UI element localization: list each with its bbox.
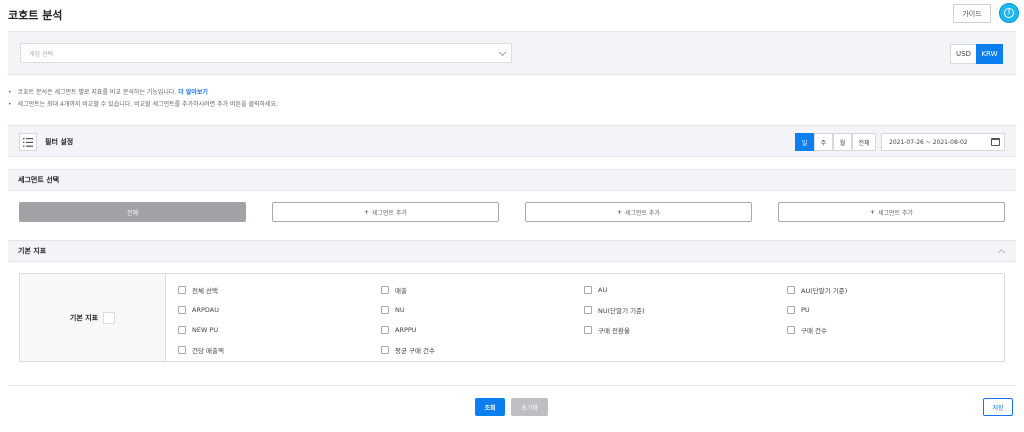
metric-checkbox-item[interactable]: 전체 선택 [178, 284, 381, 295]
checkbox[interactable] [178, 305, 186, 314]
checkbox[interactable] [584, 305, 592, 314]
period-tab-week[interactable]: 주 [814, 133, 833, 151]
metric-checkbox-label: NU(단말기 기준) [598, 306, 645, 315]
segment-all-button[interactable]: 전체 [19, 202, 246, 222]
save-button[interactable]: 저장 [983, 398, 1013, 416]
chevron-up-icon[interactable] [997, 248, 1006, 257]
segment-section-title: 세그먼트 선택 [8, 169, 1016, 191]
metric-checkbox-label: AU [598, 285, 608, 294]
checkbox[interactable] [381, 305, 389, 314]
metric-checkbox-label: ARPDAU [192, 305, 219, 314]
metric-checkbox-label: 구매 전환율 [598, 326, 630, 335]
period-tab-all[interactable]: 전체 [852, 133, 876, 151]
add-segment-button[interactable]: + 세그먼트 추가 [778, 202, 1005, 222]
metric-checkbox-label: 전체 선택 [192, 286, 218, 295]
checkbox[interactable] [584, 285, 592, 294]
metric-row-label: 기본 지표 [20, 274, 166, 361]
metric-checkbox-label: NEW PU [192, 325, 219, 334]
currency-krw-button[interactable]: KRW [976, 44, 1003, 64]
metric-checkbox-label: ARPPU [395, 325, 417, 334]
checkbox[interactable] [787, 285, 795, 294]
metric-checkbox-item[interactable]: NU [381, 304, 584, 315]
checkbox[interactable] [584, 325, 592, 334]
learn-more-link[interactable]: 더 알아보기 [178, 89, 208, 96]
calendar-icon [991, 138, 1000, 146]
period-tab-month[interactable]: 월 [833, 133, 852, 151]
metric-checkbox-item[interactable]: 구매 전환율 [584, 324, 787, 335]
checkbox[interactable] [178, 345, 186, 354]
filter-bar: 필터 설정 일 주 월 전체 2021-07-26 ~ 2021-08-02 [8, 125, 1016, 157]
add-segment-button[interactable]: + 세그먼트 추가 [525, 202, 752, 222]
game-select-placeholder: 게임 선택 [29, 50, 53, 58]
metric-checkbox-label: AU(단말기 기준) [801, 286, 848, 295]
metric-checkbox-label: 구매 건수 [801, 326, 827, 335]
guide-button[interactable]: 가이드 [953, 4, 991, 23]
info-circle-icon: ! [1004, 8, 1014, 18]
metric-checkbox-item[interactable]: 건당 매출액 [178, 344, 381, 355]
filter-title: 필터 설정 [45, 138, 74, 146]
period-tab-day[interactable]: 일 [795, 133, 814, 151]
reset-button[interactable]: 초기화 [511, 398, 548, 416]
metric-checkbox-item[interactable]: ARPPU [381, 324, 584, 335]
plus-icon: + [616, 208, 622, 216]
help-button[interactable]: ! [999, 3, 1019, 23]
note-item: • 세그먼트는 최대 4개까지 비교할 수 있습니다. 비교할 세그먼트를 추가하… [8, 101, 278, 108]
metric-section-title[interactable]: 기본 지표 [8, 240, 1016, 262]
info-icon[interactable] [103, 311, 116, 324]
divider [8, 385, 1016, 386]
metric-checkbox-item[interactable]: 구매 건수 [787, 324, 990, 335]
currency-usd-button[interactable]: USD [950, 44, 976, 64]
metric-checkbox-item[interactable]: NU(단말기 기준) [584, 304, 787, 315]
filter-toggle-button[interactable] [19, 133, 37, 151]
page-title: 코호트 분석 [8, 9, 63, 22]
metric-checkbox-item[interactable]: 매출 [381, 284, 584, 295]
checkbox[interactable] [178, 285, 186, 294]
metric-table: 기본 지표 전체 선택 매출 AU AU(단말기 기준) ARPDAU NU NU(단말기 … [19, 273, 1005, 362]
metric-checkbox-item[interactable]: AU [584, 284, 787, 295]
date-range-value: 2021-07-26 ~ 2021-08-02 [889, 138, 968, 146]
game-select[interactable]: 게임 선택 [20, 43, 512, 63]
list-icon [23, 137, 33, 147]
checkbox[interactable] [381, 345, 389, 354]
checkbox[interactable] [381, 325, 389, 334]
checkbox[interactable] [787, 325, 795, 334]
metric-checkbox-label: PU [801, 305, 810, 314]
note-item: • 코호트 분석은 세그먼트 별로 지표를 비교 분석하는 기능입니다. 더 알아… [8, 89, 208, 96]
metric-checkbox-grid: 전체 선택 매출 AU AU(단말기 기준) ARPDAU NU NU(단말기 기준) PU N… [178, 284, 998, 355]
plus-icon: + [869, 208, 875, 216]
plus-icon: + [363, 208, 369, 216]
metric-checkbox-item[interactable]: NEW PU [178, 324, 381, 335]
metric-checkbox-label: 매출 [395, 286, 407, 295]
checkbox[interactable] [381, 285, 389, 294]
metric-checkbox-label: 평균 구매 건수 [395, 346, 436, 355]
metric-checkbox-label: NU [395, 305, 405, 314]
game-bar: 게임 선택 USD KRW [8, 31, 1016, 75]
metric-checkbox-item[interactable]: PU [787, 304, 990, 315]
metric-checkbox-item[interactable]: AU(단말기 기준) [787, 284, 990, 295]
metric-checkbox-item[interactable]: 평균 구매 건수 [381, 344, 584, 355]
checkbox[interactable] [178, 325, 186, 334]
checkbox[interactable] [787, 305, 795, 314]
metric-checkbox-label: 건당 매출액 [192, 346, 224, 355]
metric-checkbox-item[interactable]: ARPDAU [178, 304, 381, 315]
add-segment-button[interactable]: + 세그먼트 추가 [272, 202, 499, 222]
date-range-input[interactable]: 2021-07-26 ~ 2021-08-02 [881, 133, 1005, 151]
query-button[interactable]: 조회 [475, 398, 505, 416]
chevron-down-icon [498, 48, 507, 57]
